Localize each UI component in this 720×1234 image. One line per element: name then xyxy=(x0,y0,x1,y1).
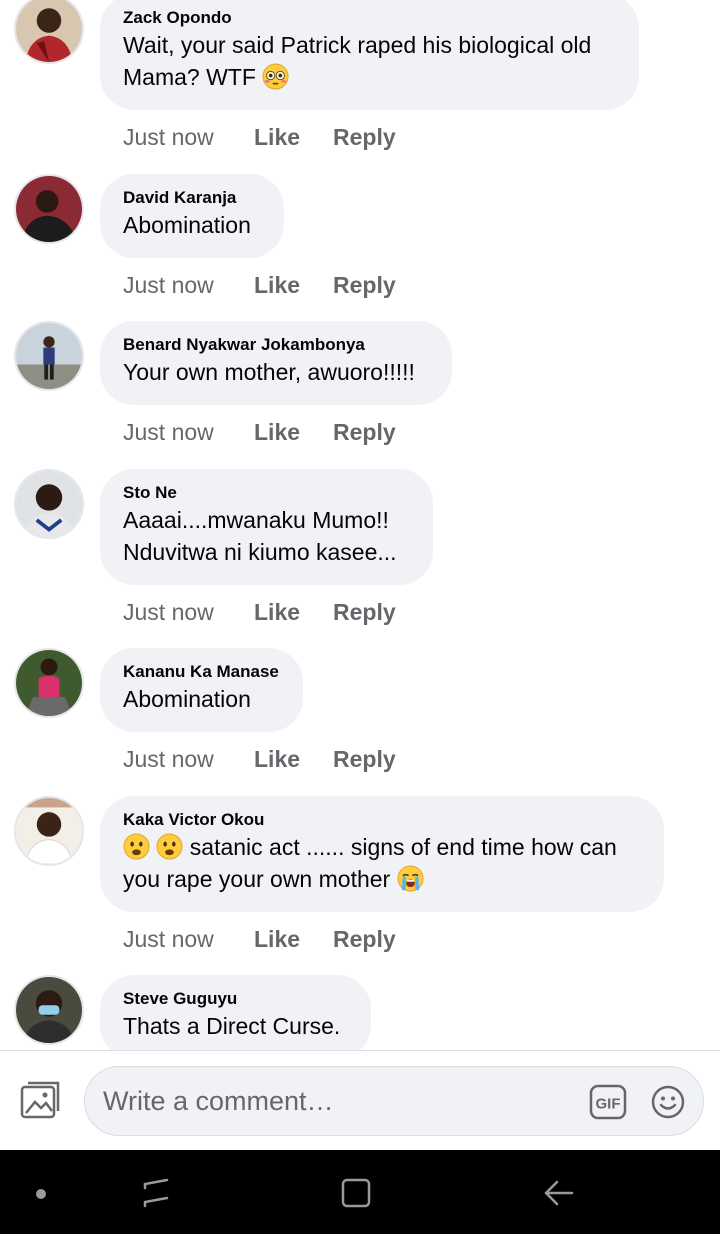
comment-text: Wait, your said Patrick raped his biolog… xyxy=(123,29,615,93)
comment-actions: Just now Like Reply xyxy=(123,925,396,953)
avatar[interactable] xyxy=(14,796,84,866)
comment-actions: Just now Like Reply xyxy=(123,418,396,446)
navigation-bar xyxy=(0,1150,720,1234)
home-icon[interactable] xyxy=(340,1177,372,1209)
like-button[interactable]: Like xyxy=(254,271,333,299)
comment-text-line: Nduvitwa ni kiumo kasee... xyxy=(123,539,397,565)
frowning-face-emoji xyxy=(123,833,150,860)
avatar[interactable] xyxy=(14,648,84,718)
comment-author[interactable]: Zack Opondo xyxy=(123,8,615,28)
comment-bubble[interactable]: Steve Guguyu Thats a Direct Curse. xyxy=(100,975,371,1050)
reply-button[interactable]: Reply xyxy=(333,598,396,626)
comment-author[interactable]: Steve Guguyu xyxy=(123,989,347,1009)
like-button[interactable]: Like xyxy=(254,745,333,773)
gif-button[interactable]: GIF xyxy=(589,1084,627,1120)
dot-icon[interactable] xyxy=(36,1189,46,1199)
comment-author[interactable]: David Karanja xyxy=(123,188,260,208)
comment-text: Aaaai....mwanaku Mumo!! Nduvitwa ni kiumo… xyxy=(123,504,409,568)
reply-button[interactable]: Reply xyxy=(333,123,396,151)
comment-bubble[interactable]: Zack Opondo Wait, your said Patrick rape… xyxy=(100,0,639,110)
comment-author[interactable]: Kaka Victor Okou xyxy=(123,810,640,830)
comment-actions: Just now Like Reply xyxy=(123,123,396,151)
reply-button[interactable]: Reply xyxy=(333,418,396,446)
comment-timestamp[interactable]: Just now xyxy=(123,418,254,446)
comment-bubble[interactable]: Benard Nyakwar Jokambonya Your own mothe… xyxy=(100,321,452,405)
avatar[interactable] xyxy=(14,174,84,244)
comment-bubble[interactable]: Kaka Victor Okou satanic act ...... sign… xyxy=(100,796,664,912)
comment-text-line: Aaaai....mwanaku Mumo!! xyxy=(123,507,389,533)
comment-author[interactable]: Kananu Ka Manase xyxy=(123,662,279,682)
comment-timestamp[interactable]: Just now xyxy=(123,925,254,953)
comment-text: satanic act ...... signs of end time how… xyxy=(123,831,640,895)
comment-timestamp[interactable]: Just now xyxy=(123,123,254,151)
avatar[interactable] xyxy=(14,469,84,539)
comment-timestamp[interactable]: Just now xyxy=(123,598,254,626)
comment-bubble[interactable]: Kananu Ka Manase Abomination xyxy=(100,648,303,732)
comment-timestamp[interactable]: Just now xyxy=(123,271,254,299)
comment-timestamp[interactable]: Just now xyxy=(123,745,254,773)
comment-text-content: you rape your own mother xyxy=(123,866,391,892)
reply-button[interactable]: Reply xyxy=(333,745,396,773)
comment-bubble[interactable]: David Karanja Abomination xyxy=(100,174,284,258)
avatar[interactable] xyxy=(14,975,84,1045)
avatar[interactable] xyxy=(14,0,84,64)
photo-icon[interactable] xyxy=(18,1081,62,1121)
comment-text: Abomination xyxy=(123,686,251,712)
comment-actions: Just now Like Reply xyxy=(123,745,396,773)
avatar[interactable] xyxy=(14,321,84,391)
reply-button[interactable]: Reply xyxy=(333,925,396,953)
like-button[interactable]: Like xyxy=(254,598,333,626)
like-button[interactable]: Like xyxy=(254,123,333,151)
comment-input[interactable]: Write a comment… GIF xyxy=(84,1066,704,1136)
loudly-crying-face-emoji xyxy=(397,865,424,892)
comment-bubble[interactable]: Sto Ne Aaaai....mwanaku Mumo!! Nduvitwa n… xyxy=(100,469,433,585)
comment-text: Thats a Direct Curse. xyxy=(123,1013,341,1039)
comment-actions: Just now Like Reply xyxy=(123,598,396,626)
smiley-icon[interactable] xyxy=(651,1085,685,1119)
comment-author[interactable]: Benard Nyakwar Jokambonya xyxy=(123,335,428,355)
like-button[interactable]: Like xyxy=(254,925,333,953)
comment-composer: Write a comment… GIF xyxy=(0,1050,720,1150)
comment-text-content: satanic act ...... signs of end time how… xyxy=(189,834,617,860)
comment-author[interactable]: Sto Ne xyxy=(123,483,409,503)
comment-text-content: Wait, your said Patrick raped his biolog… xyxy=(123,32,592,90)
back-icon[interactable] xyxy=(541,1176,575,1210)
frowning-face-emoji xyxy=(156,833,183,860)
comment-actions: Just now Like Reply xyxy=(123,271,396,299)
comment-text: Abomination xyxy=(123,212,251,238)
recents-icon[interactable] xyxy=(140,1176,172,1210)
comment-text: Your own mother, awuoro!!!!! xyxy=(123,359,415,385)
reply-button[interactable]: Reply xyxy=(333,271,396,299)
comment-feed[interactable]: Zack Opondo Wait, your said Patrick rape… xyxy=(0,0,720,1050)
comment-input-placeholder: Write a comment… xyxy=(103,1086,334,1116)
flushed-face-emoji xyxy=(262,63,289,90)
gif-label: GIF xyxy=(596,1096,621,1113)
like-button[interactable]: Like xyxy=(254,418,333,446)
